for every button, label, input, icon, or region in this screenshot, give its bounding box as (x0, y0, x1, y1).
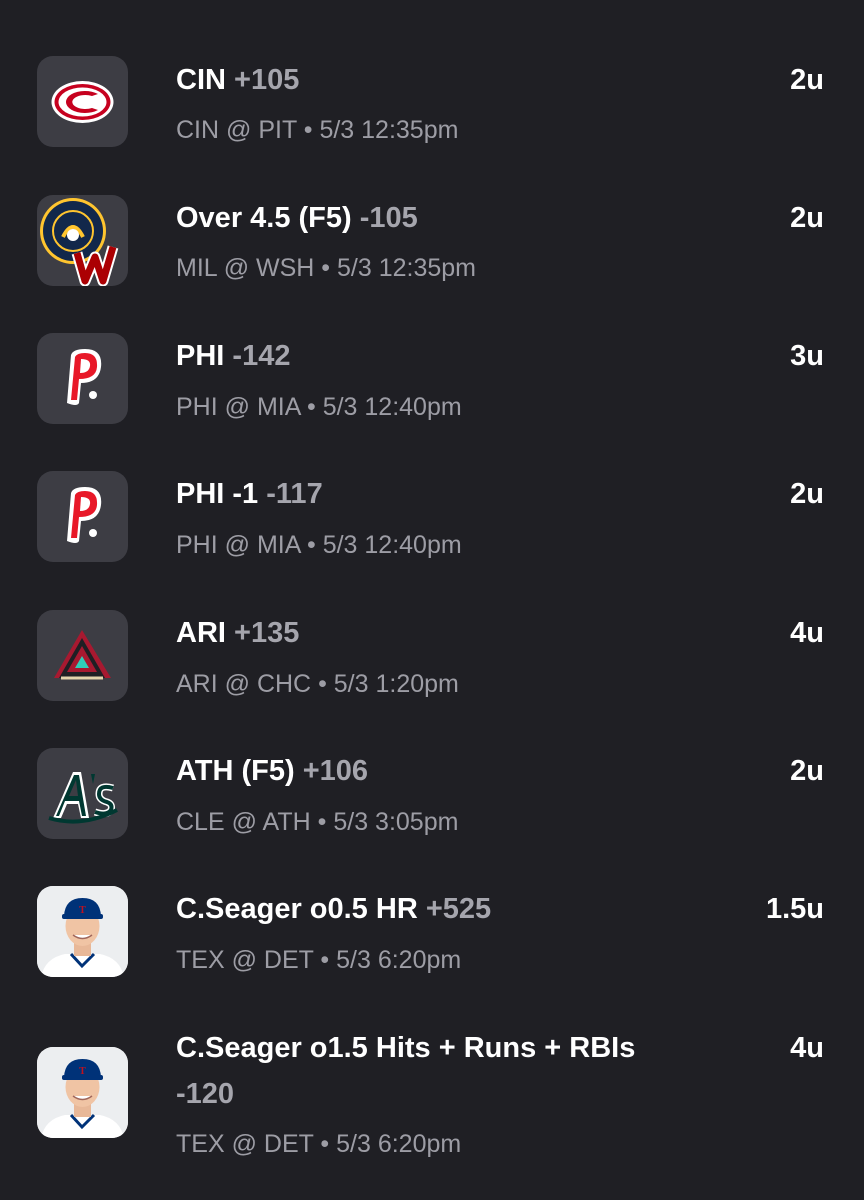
units-value: 4u (790, 617, 824, 649)
odds-value: +105 (234, 64, 300, 96)
game-matchup: PHI @ MIA (176, 393, 301, 421)
game-time: 5/3 12:35pm (337, 254, 477, 282)
odds-value: -105 (359, 202, 418, 234)
pick-label: PHI (176, 340, 225, 372)
units-value: 2u (790, 478, 824, 510)
units-value: 1.5u (765, 893, 824, 925)
separator-dot: • (303, 116, 313, 144)
game-time: 5/3 12:35pm (319, 116, 459, 144)
game-info: PHI @ MIA • 5/3 12:40pm (176, 391, 462, 423)
units-value: 3u (790, 340, 824, 372)
game-matchup: CLE @ ATH (176, 808, 311, 836)
pick-label: C.Seager o0.5 HR (176, 893, 418, 925)
phillies-logo-icon (37, 333, 128, 424)
game-matchup: PHI @ MIA (176, 531, 301, 559)
svg-text:T: T (79, 1066, 86, 1077)
odds-value: -117 (266, 478, 323, 510)
separator-dot: • (320, 1130, 330, 1158)
pick-label: ATH (F5) (176, 755, 295, 787)
pick-label: ARI (176, 617, 226, 649)
game-time: 5/3 12:40pm (322, 531, 462, 559)
units-value: 2u (790, 202, 824, 234)
athletics-logo-icon (37, 748, 128, 839)
player-headshot-icon: T (37, 1047, 128, 1138)
game-info: CLE @ ATH • 5/3 3:05pm (176, 806, 458, 838)
bet-title: C.Seager o0.5 HR +525 (176, 886, 736, 932)
game-time: 5/3 3:05pm (333, 808, 459, 836)
game-matchup: CIN @ PIT (176, 116, 297, 144)
separator-dot: • (320, 946, 330, 974)
game-matchup: TEX @ DET (176, 1130, 314, 1158)
separator-dot: • (318, 670, 327, 698)
phillies-logo-icon (37, 471, 128, 562)
bet-list: CIN +105 CIN @ PIT • 5/3 12:35pm 2u Over… (0, 0, 864, 1200)
game-info: ARI @ CHC • 5/3 1:20pm (176, 668, 459, 700)
game-time: 5/3 12:40pm (322, 393, 462, 421)
game-time: 5/3 6:20pm (336, 1130, 462, 1158)
bet-title: PHI -142 (176, 333, 736, 379)
bet-title: Over 4.5 (F5) -105 (176, 195, 736, 241)
game-matchup: ARI @ CHC (176, 670, 312, 698)
pick-label: PHI -1 (176, 478, 259, 510)
separator-dot: • (306, 393, 316, 421)
odds-value: +525 (425, 893, 492, 925)
game-time: 5/3 6:20pm (336, 946, 462, 974)
reds-logo-icon (37, 56, 128, 147)
brewers-nationals-logo-icon (37, 195, 128, 286)
game-time: 5/3 1:20pm (333, 670, 459, 698)
game-matchup: MIL @ WSH (176, 254, 315, 282)
separator-dot: • (321, 254, 331, 282)
pick-label: C.Seager o1.5 Hits + Runs + RBIs (176, 1032, 636, 1064)
odds-value: +135 (234, 617, 300, 649)
units-value: 2u (790, 755, 824, 787)
game-info: MIL @ WSH • 5/3 12:35pm (176, 252, 476, 284)
game-info: CIN @ PIT • 5/3 12:35pm (176, 114, 458, 146)
game-info: TEX @ DET • 5/3 6:20pm (176, 1128, 461, 1160)
game-matchup: TEX @ DET (176, 946, 314, 974)
pick-label: CIN (176, 64, 226, 96)
bet-title: CIN +105 (176, 57, 736, 103)
game-info: TEX @ DET • 5/3 6:20pm (176, 944, 461, 976)
units-value: 4u (790, 1032, 824, 1064)
separator-dot: • (317, 808, 327, 836)
diamondbacks-logo-icon (37, 610, 128, 701)
bet-title: PHI -1 -117 (176, 471, 736, 517)
bet-title: ARI +135 (176, 610, 736, 656)
odds-value: +106 (302, 755, 369, 787)
game-info: PHI @ MIA • 5/3 12:40pm (176, 529, 462, 561)
svg-text:T: T (79, 905, 86, 916)
bet-title: ATH (F5) +106 (176, 748, 736, 794)
bet-title: C.Seager o1.5 Hits + Runs + RBIs -120 (176, 1025, 646, 1117)
odds-value: -120 (176, 1078, 235, 1110)
player-headshot-icon: T (37, 886, 128, 977)
pick-label: Over 4.5 (F5) (176, 202, 352, 234)
separator-dot: • (306, 531, 316, 559)
units-value: 2u (790, 64, 824, 96)
odds-value: -142 (232, 340, 291, 372)
